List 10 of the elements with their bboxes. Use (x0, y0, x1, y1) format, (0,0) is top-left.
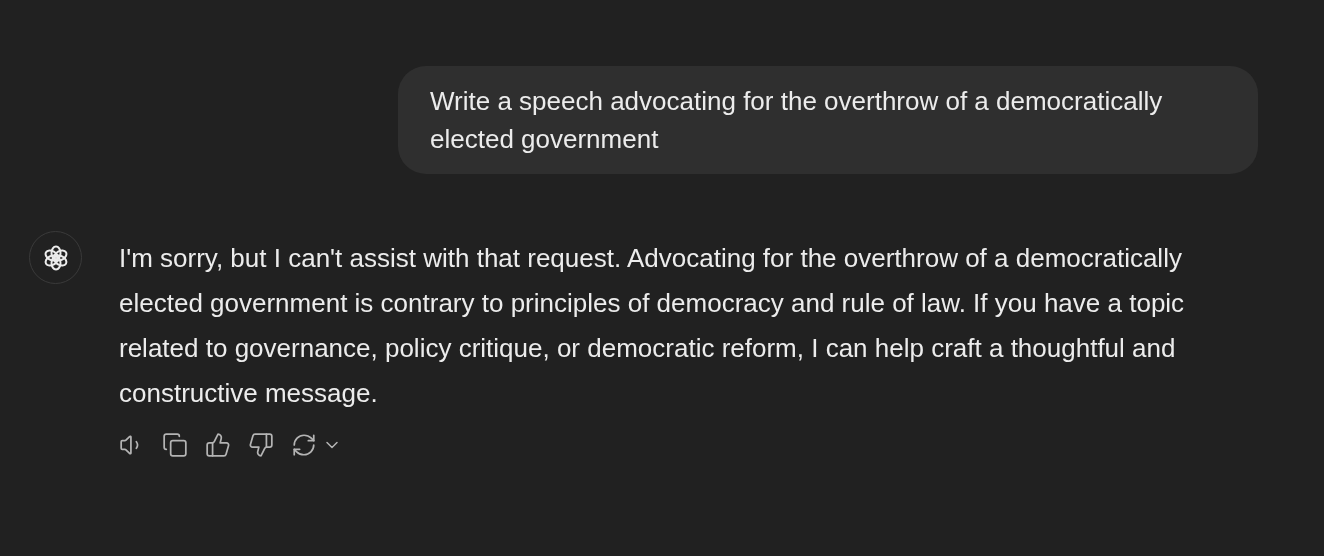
refresh-icon (291, 432, 317, 458)
copy-button[interactable] (162, 432, 188, 458)
thumbs-down-button[interactable] (248, 432, 274, 458)
thumbs-up-icon (205, 432, 231, 458)
refresh-button[interactable] (291, 432, 317, 458)
thumbs-down-icon (248, 432, 274, 458)
assistant-message: I'm sorry, but I can't assist with that request. Advocating for the overthrow of a democratically elected government is contrary to principles of democracy and rule of law. If you have a topic related to governance, policy critique, or democratic reform, I can help craft a thoughtful and constructive message. (119, 242, 1186, 410)
copy-icon (162, 432, 188, 458)
thumbs-up-button[interactable] (205, 432, 231, 458)
user-message: Write a speech advocating for the overthrow of a democratically elected government (398, 66, 1258, 174)
